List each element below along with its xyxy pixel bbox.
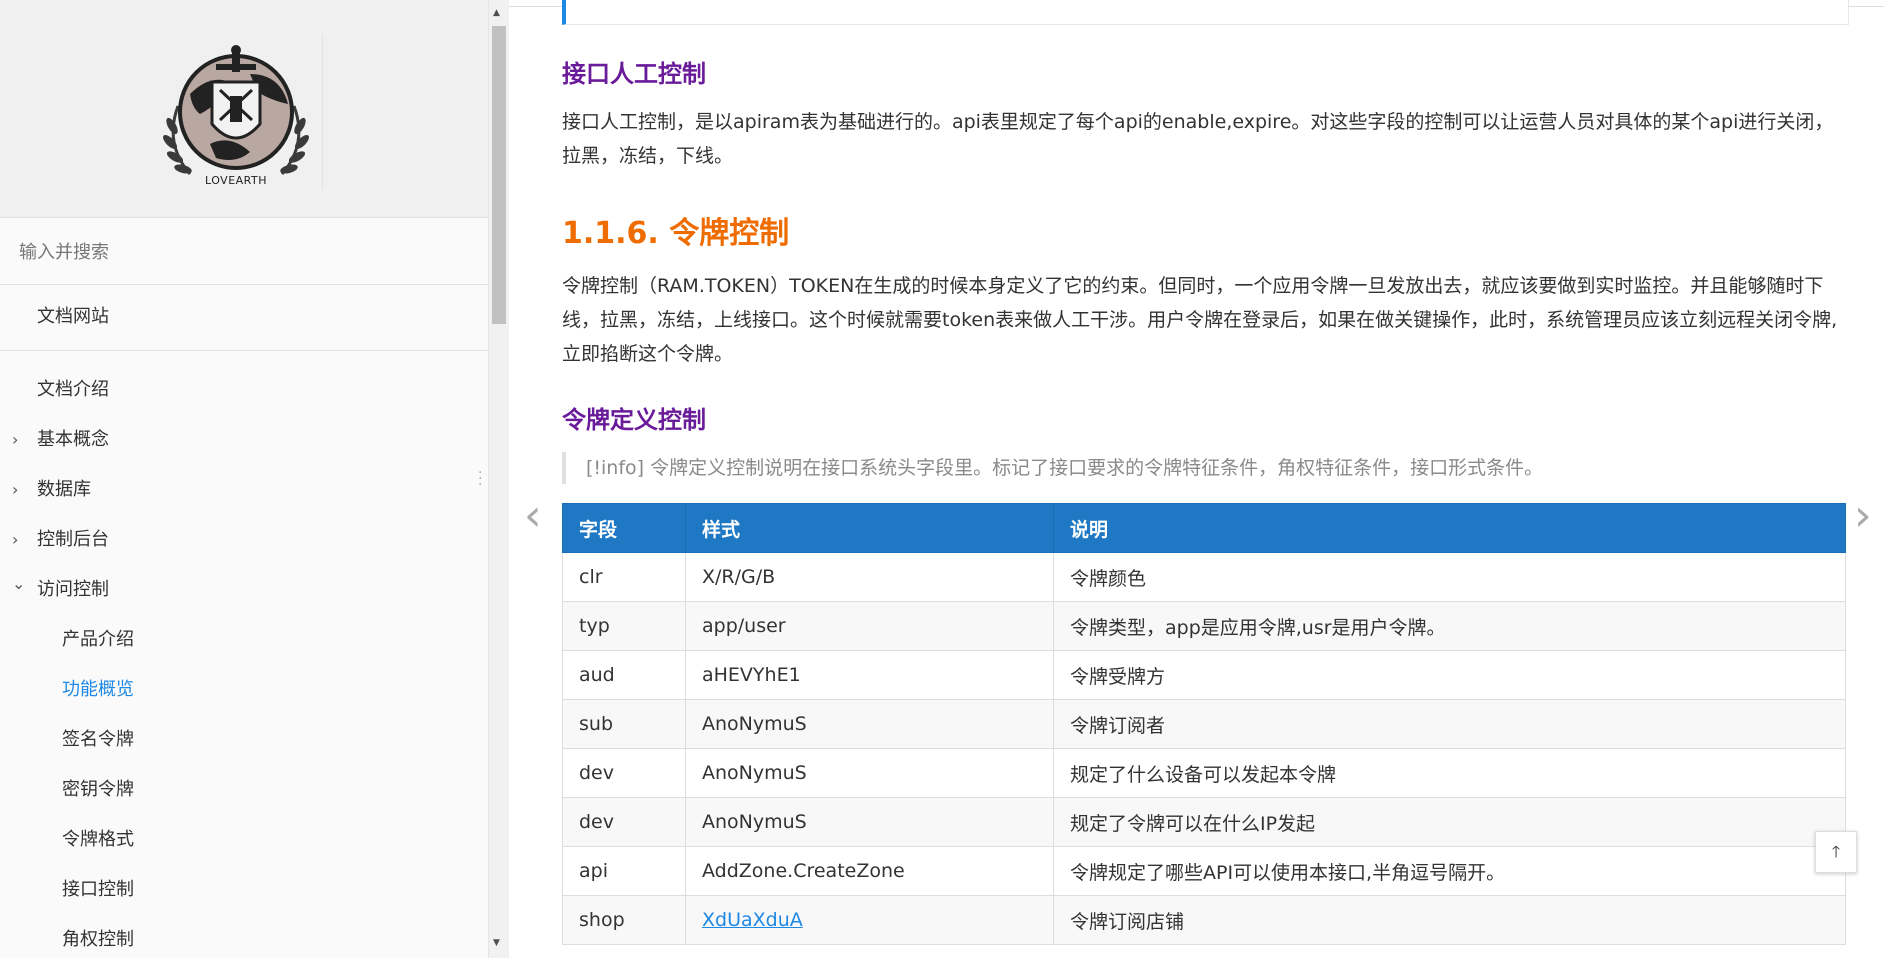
table-row: shop XdUaXduA 令牌订阅店铺 [562, 895, 1846, 945]
search-bar [0, 217, 488, 285]
table-cell: 令牌订阅店铺 [1053, 895, 1846, 945]
logo[interactable]: LOVEARTH [150, 34, 323, 190]
sidebar-item-label: 数据库 [37, 479, 91, 500]
sidebar-item-label: 接口控制 [62, 879, 134, 900]
table-cell: X/R/G/B [685, 552, 1054, 602]
table-header-cell: 样式 [685, 503, 1054, 553]
table-row: typ app/user 令牌类型，app是应用令牌,usr是用户令牌。 [562, 601, 1846, 651]
previous-blockquote [562, 0, 1849, 25]
sidebar-item-label: 文档网站 [37, 306, 109, 327]
table-row: sub AnoNymuS 令牌订阅者 [562, 699, 1846, 749]
sidebar-item-token-format[interactable]: 令牌格式 [0, 815, 488, 865]
section-paragraph: 接口人工控制，是以apiram表为基础进行的。api表里规定了每个api的ena… [562, 111, 1834, 167]
sidebar-item-database[interactable]: › 数据库 [0, 465, 488, 515]
info-blockquote: [!info] 令牌定义控制说明在接口系统头字段里。标记了接口要求的令牌特征条件… [562, 452, 1856, 484]
section-heading-token-definition-control: 令牌定义控制 [562, 406, 706, 434]
table-cell: shop [562, 895, 686, 945]
sidebar-item-label: 签名令牌 [62, 729, 134, 750]
table-cell: XdUaXduA [685, 895, 1054, 945]
sidebar-item-signed-token[interactable]: 签名令牌 [0, 715, 488, 765]
table-cell: dev [562, 797, 686, 847]
table-cell: aHEVYhE1 [685, 650, 1054, 700]
sidebar-item-label: 控制后台 [37, 529, 109, 550]
prev-page-icon[interactable]: ‹ [524, 490, 542, 541]
sidebar-item-label: 访问控制 [37, 579, 109, 600]
table-row: dev AnoNymuS 规定了令牌可以在什么IP发起 [562, 797, 1846, 847]
arrow-up-icon: 🡑 [1831, 842, 1841, 861]
table-header-row: 字段 样式 说明 [562, 503, 1846, 553]
sidebar: LOVEARTH 文档网站 文档介绍 › 基本概念 › 数据库 › 控制后台 ⌄… [0, 0, 489, 958]
sidebar-item-label: 基本概念 [37, 429, 109, 450]
table-cell: dev [562, 748, 686, 798]
table-cell: AddZone.CreateZone [685, 846, 1054, 896]
search-input[interactable] [17, 232, 461, 272]
table-header-cell: 说明 [1053, 503, 1846, 553]
sidebar-item-interface-control[interactable]: 接口控制 [0, 865, 488, 915]
table-cell: 令牌订阅者 [1053, 699, 1846, 749]
sidebar-item-key-token[interactable]: 密钥令牌 [0, 765, 488, 815]
logo-emblem-icon [163, 45, 309, 175]
chevron-right-icon: › [12, 530, 19, 549]
sidebar-item-feature-overview[interactable]: 功能概览 [0, 665, 488, 715]
sidebar-item-basic-concepts[interactable]: › 基本概念 [0, 415, 488, 465]
sidebar-item-access-control[interactable]: ⌄ 访问控制 [0, 565, 488, 615]
chevron-right-icon: › [12, 430, 19, 449]
logo-area: LOVEARTH [0, 0, 488, 217]
table-cell: 令牌类型，app是应用令牌,usr是用户令牌。 [1053, 601, 1846, 651]
back-to-top-button[interactable]: 🡑 [1815, 831, 1857, 873]
sidebar-item-label: 密钥令牌 [62, 779, 134, 800]
table-cell: 令牌规定了哪些API可以使用本接口,半角逗号隔开。 [1053, 846, 1846, 896]
table-header-cell: 字段 [562, 503, 686, 553]
sidebar-item-label: 令牌格式 [62, 829, 134, 850]
table-cell: 令牌受牌方 [1053, 650, 1846, 700]
table-cell: 规定了令牌可以在什么IP发起 [1053, 797, 1846, 847]
sidebar-item-label: 功能概览 [62, 679, 134, 700]
table-row: api AddZone.CreateZone 令牌规定了哪些API可以使用本接口… [562, 846, 1846, 896]
table-row: clr X/R/G/B 令牌颜色 [562, 552, 1846, 602]
token-field-table: 字段 样式 说明 clr X/R/G/B 令牌颜色 typ app/user 令… [562, 503, 1846, 945]
table-row: aud aHEVYhE1 令牌受牌方 [562, 650, 1846, 700]
scroll-thumb[interactable] [492, 26, 506, 324]
shop-link[interactable]: XdUaXduA [702, 909, 803, 931]
table-cell: AnoNymuS [685, 748, 1054, 798]
table-cell: clr [562, 552, 686, 602]
table-cell: aud [562, 650, 686, 700]
scroll-up-icon[interactable]: ▲ [493, 8, 500, 18]
section-heading-interface-manual-control: 接口人工控制 [562, 60, 706, 88]
table-cell: app/user [685, 601, 1054, 651]
table-cell: 令牌颜色 [1053, 552, 1846, 602]
chevron-down-icon: ⌄ [12, 574, 26, 593]
table-cell: 规定了什么设备可以发起本令牌 [1053, 748, 1846, 798]
next-page-icon[interactable]: › [1854, 490, 1872, 541]
sidebar-item-label: 产品介绍 [62, 629, 134, 650]
logo-text: LOVEARTH [204, 174, 268, 187]
sidebar-resize-handle[interactable]: · · · [478, 466, 482, 492]
sidebar-scrollbar[interactable]: ▲ ▼ [488, 0, 509, 958]
scroll-down-icon[interactable]: ▼ [493, 938, 500, 948]
nav-divider [0, 350, 488, 351]
sidebar-item-role-control[interactable]: 角权控制 [0, 915, 488, 958]
table-row: dev AnoNymuS 规定了什么设备可以发起本令牌 [562, 748, 1846, 798]
section-paragraph: 令牌控制（RAM.TOKEN）TOKEN在生成的时候本身定义了它的约束。但同时，… [562, 275, 1838, 365]
sidebar-item-doc-intro[interactable]: 文档介绍 [0, 365, 488, 415]
sidebar-site-link[interactable]: 文档网站 [0, 292, 488, 342]
sidebar-item-product-intro[interactable]: 产品介绍 [0, 615, 488, 665]
table-cell: AnoNymuS [685, 797, 1054, 847]
table-cell: typ [562, 601, 686, 651]
table-cell: AnoNymuS [685, 699, 1054, 749]
sidebar-item-console[interactable]: › 控制后台 [0, 515, 488, 565]
chevron-right-icon: › [12, 480, 19, 499]
sidebar-item-label: 角权控制 [62, 929, 134, 950]
table-cell: sub [562, 699, 686, 749]
sidebar-item-label: 文档介绍 [37, 379, 109, 400]
section-heading-token-control: 1.1.6. 令牌控制 [562, 216, 790, 251]
table-cell: api [562, 846, 686, 896]
